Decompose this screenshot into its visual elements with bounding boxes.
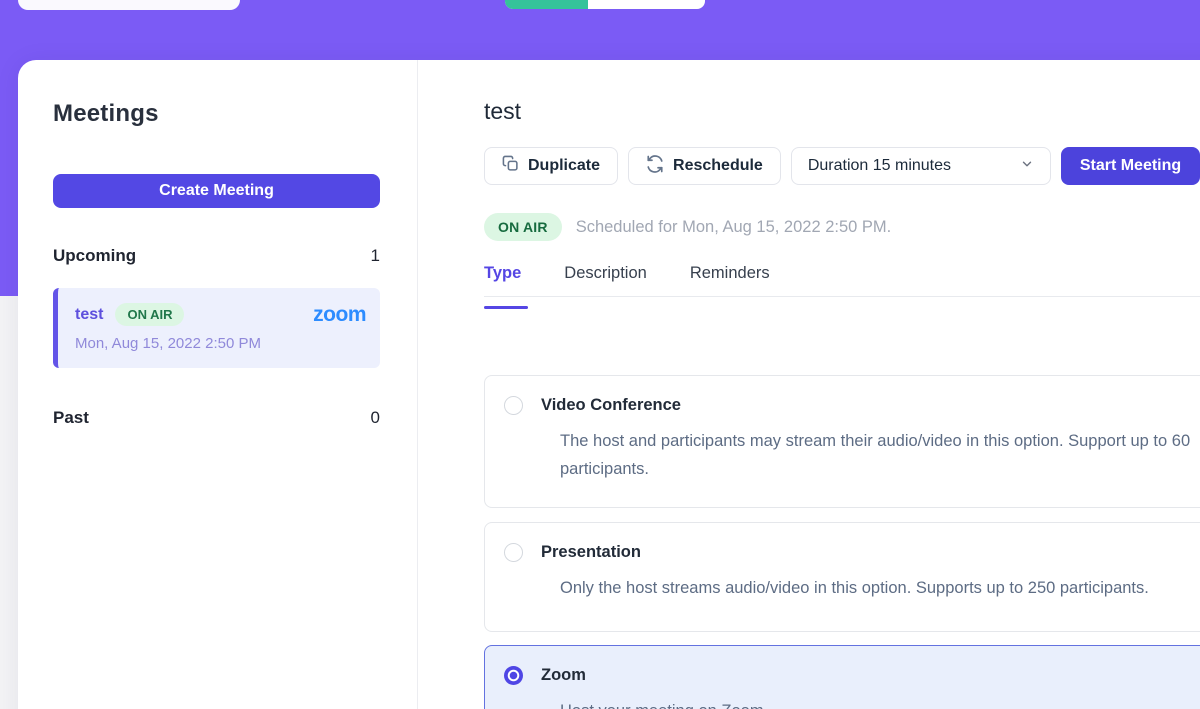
radio-checked-icon[interactable]: [504, 666, 523, 685]
zoom-logo: zoom: [313, 304, 366, 325]
meeting-datetime: Mon, Aug 15, 2022 2:50 PM: [75, 335, 366, 352]
option-video-conference[interactable]: Video Conference The host and participan…: [484, 375, 1200, 508]
toast-progress-bar: [505, 0, 705, 9]
sidebar-title: Meetings: [53, 100, 380, 128]
meeting-list-item[interactable]: test ON AIR zoom Mon, Aug 15, 2022 2:50 …: [53, 288, 380, 368]
page-title: test: [484, 98, 521, 125]
toast-progress-fill: [505, 0, 588, 9]
option-title: Presentation: [541, 543, 641, 562]
tab-reminders[interactable]: Reminders: [690, 264, 770, 309]
start-meeting-label: Start Meeting: [1080, 157, 1181, 175]
duration-value: Duration 15 minutes: [808, 157, 951, 175]
meeting-status-badge: ON AIR: [115, 303, 184, 326]
option-zoom[interactable]: Zoom Host your meeting on Zoom: [484, 645, 1200, 709]
option-title: Zoom: [541, 666, 586, 685]
past-label: Past: [53, 408, 89, 428]
detail-tabs: Type Description Reminders: [484, 264, 770, 309]
scheduled-text: Scheduled for Mon, Aug 15, 2022 2:50 PM.: [576, 218, 892, 237]
upcoming-label: Upcoming: [53, 246, 136, 266]
upcoming-section-header: Upcoming 1: [53, 246, 380, 266]
meeting-detail-panel: test Duplicate: [484, 60, 1200, 709]
top-cutoff-panel: [18, 0, 240, 10]
meetings-sidebar: Meetings Create Meeting Upcoming 1 test …: [18, 60, 418, 709]
duplicate-button[interactable]: Duplicate: [484, 147, 618, 185]
status-row: ON AIR Scheduled for Mon, Aug 15, 2022 2…: [484, 213, 891, 241]
copy-icon: [502, 155, 519, 177]
onair-badge: ON AIR: [484, 213, 562, 241]
tab-type[interactable]: Type: [484, 264, 521, 309]
chevron-down-icon: [1020, 157, 1034, 176]
option-title: Video Conference: [541, 396, 681, 415]
action-toolbar: Duplicate Reschedule Duration 15 minutes: [484, 147, 1200, 185]
radio-unchecked-icon[interactable]: [504, 543, 523, 562]
past-count: 0: [371, 408, 380, 428]
start-meeting-button[interactable]: Start Meeting: [1061, 147, 1200, 185]
meeting-title: test: [75, 306, 103, 324]
tab-divider: [484, 296, 1200, 297]
option-description: Host your meeting on Zoom: [560, 697, 1200, 709]
radio-unchecked-icon[interactable]: [504, 396, 523, 415]
reschedule-button[interactable]: Reschedule: [628, 147, 781, 185]
tab-description[interactable]: Description: [564, 264, 647, 309]
reschedule-label: Reschedule: [673, 157, 763, 175]
create-meeting-button[interactable]: Create Meeting: [53, 174, 380, 208]
duplicate-label: Duplicate: [528, 157, 600, 175]
app-card: Meetings Create Meeting Upcoming 1 test …: [18, 60, 1200, 709]
option-description: Only the host streams audio/video in thi…: [560, 574, 1200, 602]
option-description: The host and participants may stream the…: [560, 427, 1200, 483]
past-section-header: Past 0: [53, 408, 380, 428]
option-presentation[interactable]: Presentation Only the host streams audio…: [484, 522, 1200, 632]
upcoming-count: 1: [371, 246, 380, 266]
duration-select[interactable]: Duration 15 minutes: [791, 147, 1051, 185]
refresh-icon: [646, 155, 664, 178]
